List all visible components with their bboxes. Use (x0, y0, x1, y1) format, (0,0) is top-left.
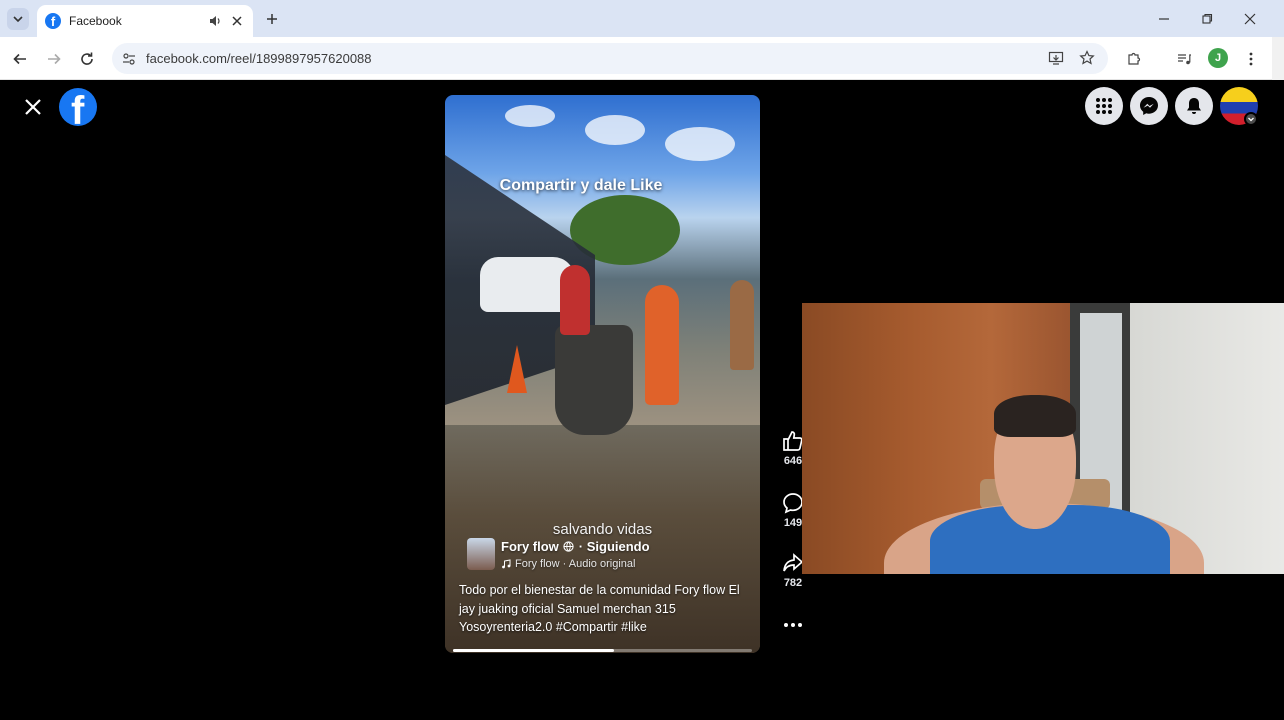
browser-menu-button[interactable] (1240, 48, 1262, 70)
extensions-button[interactable] (1123, 48, 1145, 70)
reel-description: Todo por el bienestar de la comunidad Fo… (459, 583, 740, 634)
tab-search-button[interactable] (7, 8, 29, 30)
close-window-button[interactable] (1240, 9, 1260, 29)
video-progress-bar[interactable] (453, 649, 752, 652)
reload-button[interactable] (76, 48, 98, 70)
account-menu-chevron-icon[interactable] (1244, 112, 1258, 126)
close-icon (25, 99, 41, 115)
tab-close-icon[interactable] (229, 13, 245, 29)
playlist-music-icon (1178, 54, 1191, 65)
video-wheelbarrow (555, 325, 633, 435)
facebook-logo[interactable]: f (59, 88, 97, 126)
new-tab-button[interactable] (262, 9, 282, 29)
reload-icon (81, 52, 93, 65)
browser-profile-avatar[interactable]: J (1208, 48, 1228, 68)
bookmark-star-icon[interactable] (1077, 48, 1097, 68)
forward-button[interactable] (43, 48, 65, 70)
back-button[interactable] (9, 48, 31, 70)
video-cloud (665, 127, 735, 161)
address-bar[interactable]: facebook.com/reel/1899897957620088 (112, 43, 1108, 74)
restore-icon (1202, 13, 1213, 24)
video-cone (507, 345, 527, 393)
video-cloud (505, 105, 555, 127)
scrollbar-track (1272, 37, 1284, 80)
author-name[interactable]: Fory flow (501, 539, 559, 554)
kebab-menu-icon (1249, 52, 1253, 66)
browser-tab-facebook[interactable]: f Facebook (37, 5, 253, 37)
arrow-left-icon (13, 53, 26, 65)
webcam-person-hair (994, 395, 1076, 437)
reel-viewer-page: f Compartir y dale Like salvando vidas F… (0, 80, 1284, 720)
messenger-button[interactable] (1130, 87, 1168, 125)
menu-grid-button[interactable] (1085, 87, 1123, 125)
video-worker (560, 265, 590, 335)
messenger-icon (1140, 97, 1158, 115)
reel-video[interactable]: Compartir y dale Like salvando vidas For… (445, 95, 760, 653)
close-icon (1244, 13, 1256, 25)
reel-author-row: Fory flow · Siguiendo (501, 539, 650, 554)
share-count: 782 (783, 577, 803, 589)
browser-tabstrip: f Facebook (0, 0, 1284, 37)
audio-label: Fory flow · Audio original (515, 558, 636, 570)
install-app-icon[interactable] (1046, 48, 1066, 68)
facebook-logo-letter: f (71, 89, 85, 126)
grid-icon (1096, 98, 1112, 114)
video-worker (730, 280, 754, 370)
browser-toolbar: facebook.com/reel/1899897957620088 J (0, 37, 1272, 80)
music-note-icon (502, 559, 511, 569)
share-arrow-icon (783, 553, 804, 572)
facebook-favicon-icon: f (45, 13, 61, 29)
reel-audio-row[interactable]: Fory flow · Audio original (501, 558, 635, 570)
media-controls-button[interactable] (1173, 48, 1195, 70)
bell-icon (1187, 98, 1201, 114)
minimize-button[interactable] (1154, 9, 1174, 29)
follow-status[interactable]: · Siguiendo (579, 539, 650, 554)
author-avatar[interactable] (467, 538, 495, 570)
close-reel-button[interactable] (22, 96, 44, 118)
more-options-button[interactable] (780, 614, 806, 636)
reel-overlay-text: Compartir y dale Like (499, 177, 663, 194)
arrow-right-icon (48, 53, 61, 65)
webcam-overlay (802, 303, 1284, 574)
comment-icon (783, 493, 803, 514)
puzzle-icon (1128, 52, 1141, 65)
plus-icon (267, 14, 277, 24)
restore-button[interactable] (1197, 9, 1217, 29)
url-text: facebook.com/reel/1899897957620088 (146, 51, 372, 66)
video-worker (645, 285, 679, 405)
globe-icon (563, 541, 575, 553)
more-horizontal-icon (784, 623, 802, 627)
video-cloud (585, 115, 645, 145)
speaker-icon[interactable] (207, 13, 223, 29)
reel-subtitle: salvando vidas (552, 521, 653, 538)
video-progress-fill (453, 649, 615, 652)
thumbs-up-icon (783, 431, 803, 451)
notifications-button[interactable] (1175, 87, 1213, 125)
chevron-down-icon (13, 16, 23, 23)
tab-title: Facebook (69, 14, 122, 28)
site-info-icon[interactable] (119, 49, 139, 69)
minimize-icon (1159, 18, 1169, 20)
